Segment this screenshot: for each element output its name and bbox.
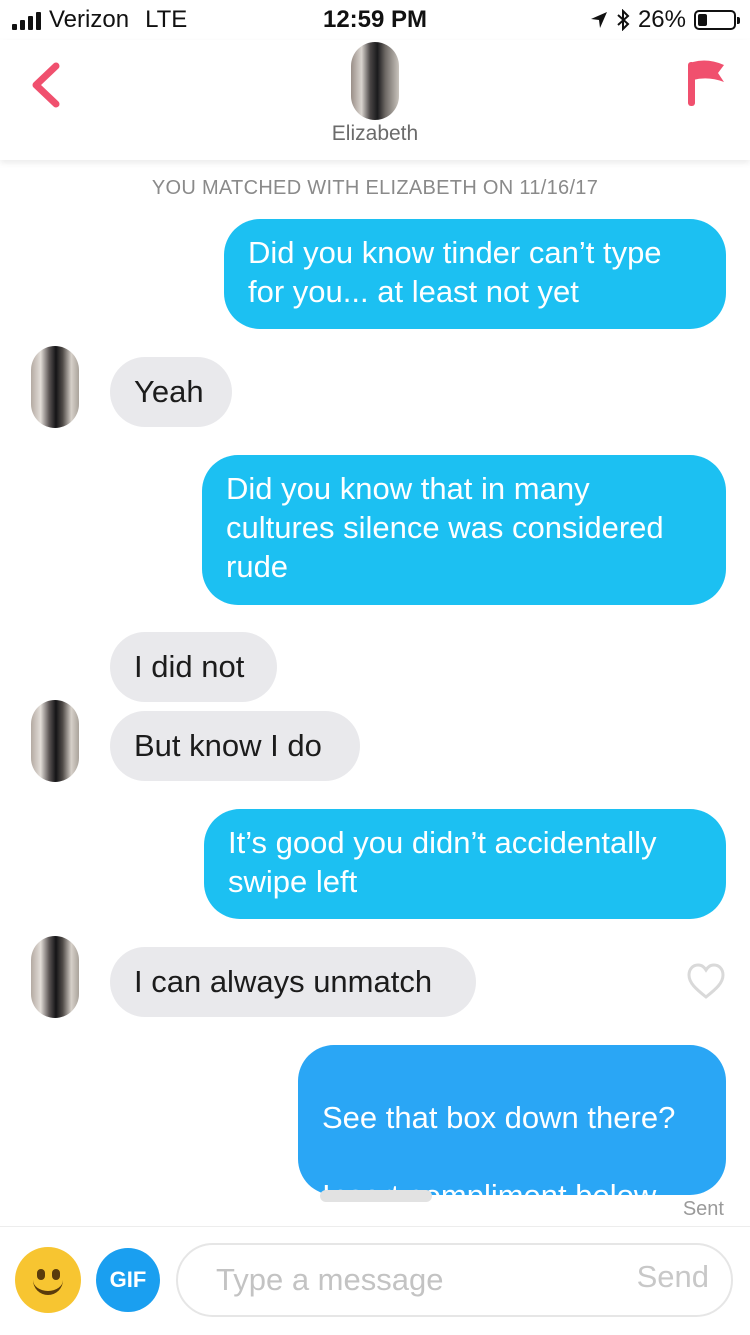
chat-header: Elizabeth <box>0 40 750 160</box>
match-avatar-small[interactable] <box>31 936 79 1018</box>
battery-icon <box>694 10 740 30</box>
message-bubble-received[interactable]: I did not <box>110 632 277 702</box>
message-text: Did you know tinder can’t type for you..… <box>248 235 662 309</box>
back-chevron-icon[interactable] <box>28 62 68 108</box>
read-status: Sent <box>682 1198 724 1220</box>
match-avatar-small[interactable] <box>31 700 79 782</box>
message-text: Yeah <box>134 374 204 409</box>
heart-icon[interactable] <box>686 962 726 1000</box>
battery-percent: 26% <box>637 6 686 33</box>
scroll-indicator <box>320 1190 432 1202</box>
send-button[interactable]: Send <box>637 1259 709 1295</box>
message-bubble-sent[interactable]: It’s good you didn’t accidentally swipe … <box>204 809 726 919</box>
message-text: It’s good you didn’t accidentally swipe … <box>228 825 657 899</box>
match-avatar[interactable] <box>351 42 399 120</box>
smiley-icon[interactable] <box>15 1247 81 1313</box>
message-input[interactable] <box>216 1245 596 1315</box>
bluetooth-icon <box>617 9 630 31</box>
message-bubble-sent[interactable]: Did you know tinder can’t type for you..… <box>224 219 726 329</box>
message-bubble-received[interactable]: Yeah <box>110 357 232 427</box>
message-text: I can always unmatch <box>134 964 433 999</box>
gif-button[interactable]: GIF <box>96 1248 160 1312</box>
message-text: But know I do <box>134 728 322 763</box>
match-date-note: YOU MATCHED WITH ELIZABETH ON 11/16/17 <box>151 177 599 199</box>
location-arrow-icon <box>590 12 607 28</box>
match-avatar-small[interactable] <box>31 346 79 428</box>
message-text: Did you know that in many cultures silen… <box>226 471 664 584</box>
message-bubble-received[interactable]: I can always unmatch <box>110 947 476 1017</box>
message-bubble-sent[interactable]: Did you know that in many cultures silen… <box>202 455 726 605</box>
status-icons: 26% <box>590 6 740 34</box>
status-bar: Verizon LTE 12:59 PM 26% <box>0 0 750 40</box>
message-bubble-sent[interactable]: See that box down there? Insert complime… <box>298 1045 726 1213</box>
message-text: I did not <box>134 649 245 684</box>
message-input-wrapper: Send <box>176 1243 733 1317</box>
flag-icon[interactable] <box>684 58 728 108</box>
message-composer: GIF Send <box>0 1226 750 1335</box>
message-bubble-received[interactable]: But know I do <box>110 711 360 781</box>
match-name[interactable]: Elizabeth <box>0 122 750 146</box>
